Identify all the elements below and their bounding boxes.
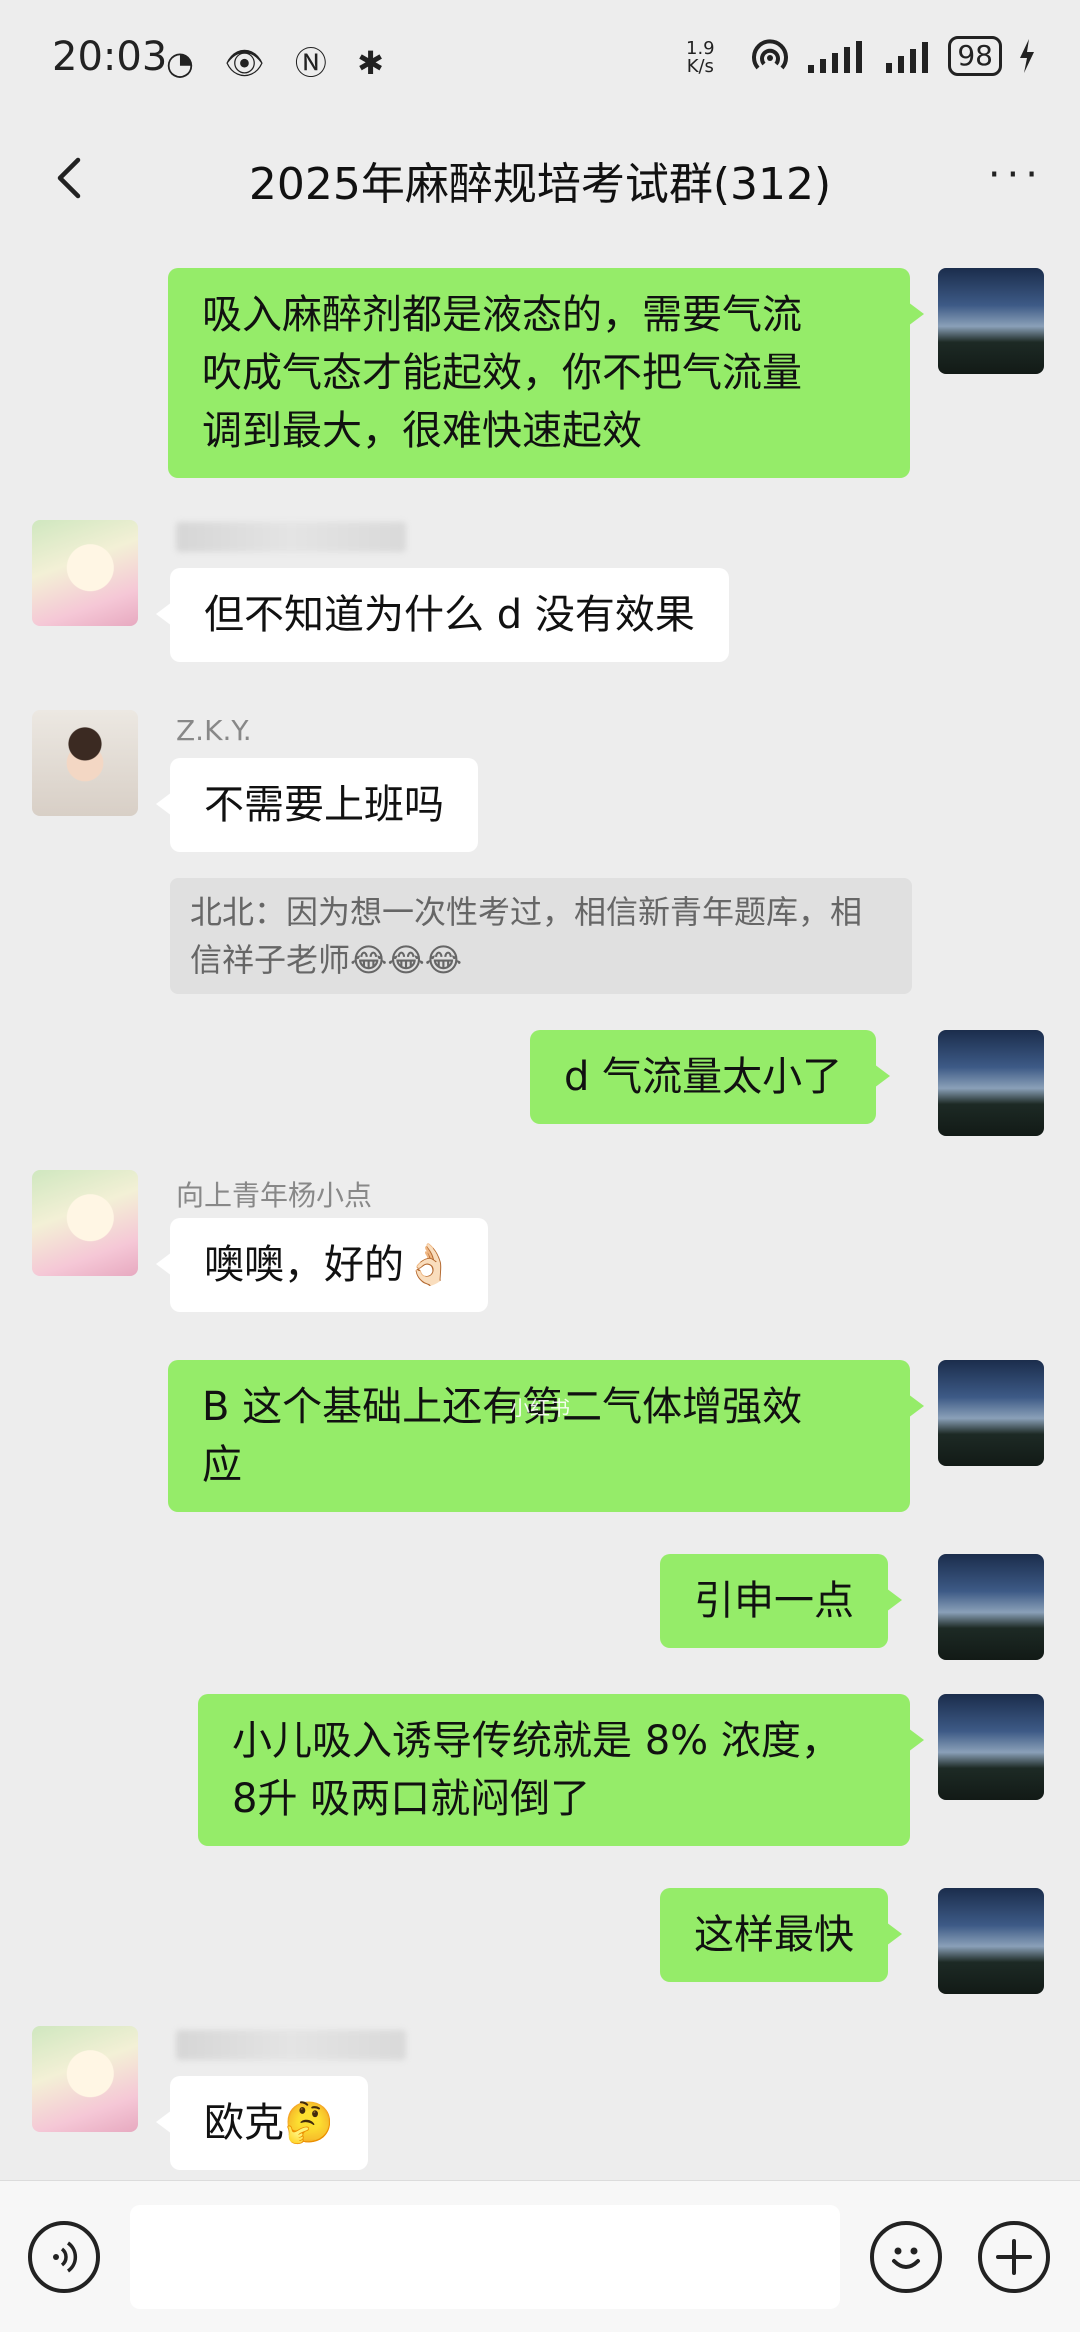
message-bubble[interactable]: 这样最快 [660, 1888, 902, 1982]
input-bar [0, 2180, 1080, 2332]
sender-name: Z.K.Y. [176, 714, 252, 747]
message-bubble[interactable]: 不需要上班吗 [156, 758, 478, 852]
message-list[interactable]: 吸入麻醉剂都是液态的，需要气流 吹成气态才能起效，你不把气流量 调到最大，很难快… [0, 240, 1080, 2180]
signal-icon-2 [886, 42, 929, 73]
smiley-icon [892, 2247, 920, 2269]
message-bubble[interactable]: 欧克🤔 [156, 2076, 368, 2170]
avatar[interactable] [938, 1030, 1044, 1136]
message-bubble[interactable]: 小儿吸入诱导传统就是 8% 浓度， 8升 吸两口就闷倒了 [198, 1694, 924, 1846]
message-bubble[interactable]: 引申一点 [660, 1554, 902, 1648]
chat-header: 2025年麻醉规培考试群(312) ··· [0, 118, 1080, 240]
sender-name: 向上青年杨小点 [176, 1179, 373, 1212]
status-icons: ◔ 👁 Ⓝ ✱ [166, 44, 394, 82]
emoji-icon[interactable] [870, 2221, 942, 2293]
avatar[interactable] [32, 710, 138, 816]
message-input[interactable] [130, 2205, 840, 2309]
network-speed-unit: K/s [686, 56, 714, 77]
sender-name-blurred [176, 522, 406, 552]
message-bubble[interactable]: B 这个基础上还有第二气体增强效 应 [168, 1360, 924, 1512]
avatar[interactable] [938, 1360, 1044, 1466]
message-bubble[interactable]: d 气流量太小了 [530, 1030, 891, 1124]
voice-wave-icon [53, 2241, 78, 2273]
battery-indicator: 98 [948, 36, 1002, 76]
plus-icon[interactable] [978, 2221, 1050, 2293]
status-bar: 20:03 ◔ 👁 Ⓝ ✱ 1.9 K/s 98 [0, 0, 1080, 118]
message-bubble[interactable]: 但不知道为什么 d 没有效果 [156, 568, 729, 662]
avatar[interactable] [938, 1554, 1044, 1660]
chat-title: 2025年麻醉规培考试群(312) [248, 159, 832, 210]
sender-name-blurred [176, 2030, 406, 2060]
plus-sign-icon [996, 2239, 1032, 2275]
avatar[interactable] [938, 268, 1044, 374]
back-arrow-icon[interactable] [40, 148, 100, 208]
avatar[interactable] [938, 1888, 1044, 1994]
signal-icon [808, 41, 863, 73]
charging-icon [1020, 39, 1034, 73]
avatar[interactable] [938, 1694, 1044, 1800]
status-right: 98 [750, 36, 1036, 76]
watermark: 小红书 [510, 1396, 570, 1420]
network-speed: 1.9 K/s [686, 40, 715, 76]
hotspot-icon [752, 39, 789, 70]
more-options-icon[interactable]: ··· [988, 152, 1044, 198]
message-bubble[interactable]: 噢噢，好的👌🏻 [156, 1218, 488, 1312]
message-bubble[interactable]: 吸入麻醉剂都是液态的，需要气流 吹成气态才能起效，你不把气流量 调到最大，很难快… [168, 268, 924, 478]
avatar[interactable] [32, 520, 138, 626]
voice-icon[interactable] [28, 2221, 100, 2293]
quoted-message[interactable]: 北北：因为想一次性考过，相信新青年题库，相信祥子老师😂😂😂 [170, 878, 912, 994]
avatar[interactable] [32, 1170, 138, 1276]
status-time: 20:03 [52, 34, 168, 80]
avatar[interactable] [32, 2026, 138, 2132]
